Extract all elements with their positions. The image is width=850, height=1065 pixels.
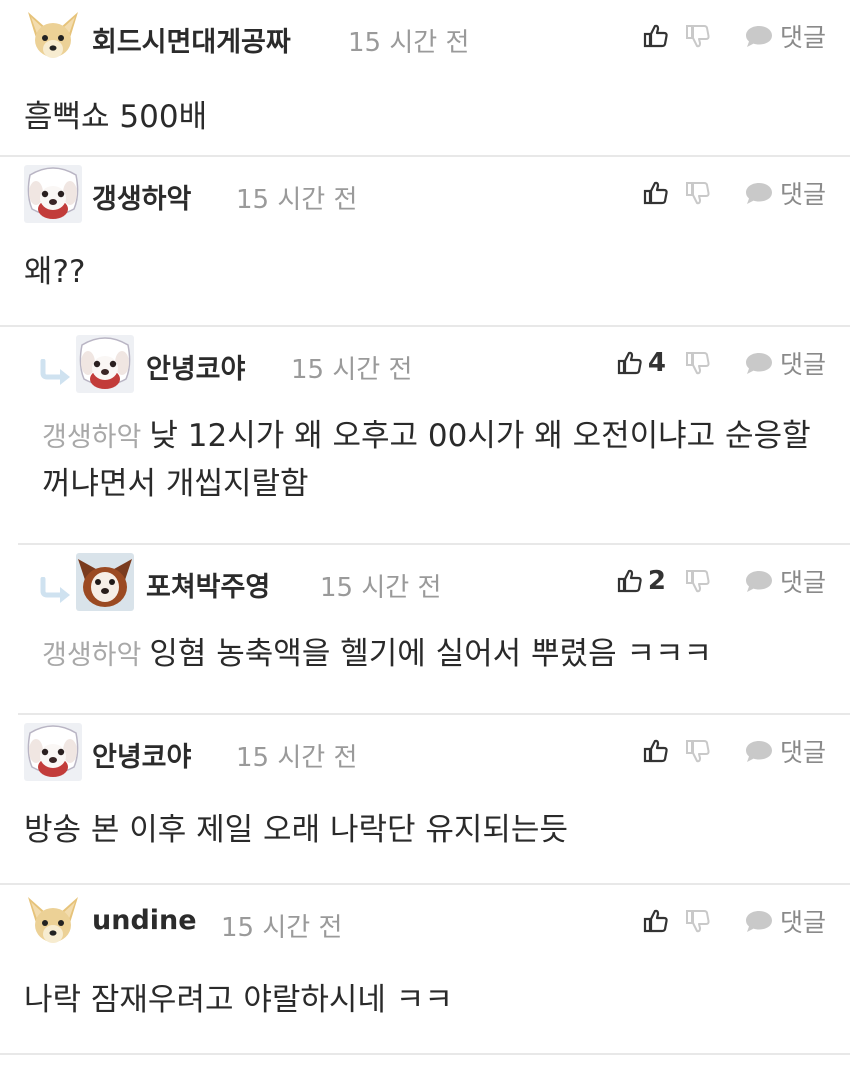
dislike-button[interactable]	[684, 731, 712, 771]
avatar[interactable]	[24, 723, 82, 781]
reply-label: 댓글	[779, 180, 826, 209]
reply-button[interactable]: 댓글	[744, 173, 826, 213]
author-name[interactable]: 안녕코야	[92, 735, 191, 774]
comment-item: 회드시면대게공짜 15 시간 전 댓글 흠뻑쇼 500배	[0, 0, 850, 157]
chihuahua-avatar-icon	[24, 893, 82, 951]
author-name[interactable]: 포쳐박주영	[146, 565, 270, 604]
thumbs-down-icon	[684, 567, 712, 595]
avatar[interactable]	[76, 335, 134, 393]
dislike-button[interactable]	[684, 561, 712, 601]
reply-label: 댓글	[779, 568, 826, 597]
like-button[interactable]	[642, 173, 674, 213]
comment-time: 15 시간 전	[236, 185, 358, 215]
thumbs-down-icon	[684, 179, 712, 207]
speech-bubble-icon	[744, 23, 774, 49]
comment-item: undine 15 시간 전 댓글 나락 잠재우려고 야랄하시네 ㅋㅋ	[0, 885, 850, 1055]
speech-bubble-icon	[744, 568, 774, 594]
comment-body: 흠뻑쇼 500배	[24, 99, 208, 135]
reply-button[interactable]: 댓글	[744, 343, 826, 383]
dislike-button[interactable]	[684, 173, 712, 213]
reply-button[interactable]: 댓글	[744, 901, 826, 941]
speech-bubble-icon	[744, 908, 774, 934]
dislike-button[interactable]	[684, 901, 712, 941]
thumbs-up-icon	[642, 179, 670, 207]
thumbs-down-icon	[684, 737, 712, 765]
thumbs-up-icon	[642, 907, 670, 935]
comment-body: 낮 12시가 왜 오후고 00시가 왜 오전이냐고 순응할꺼냐면서 개씹지랄함	[42, 418, 811, 502]
comment-header: 안녕코야 15 시간 전 댓글	[24, 721, 826, 779]
dislike-button[interactable]	[684, 16, 712, 56]
reply-label: 댓글	[779, 908, 826, 937]
reply-label: 댓글	[779, 350, 826, 379]
chihuahua-avatar-icon	[24, 8, 82, 66]
comment-time: 15 시간 전	[291, 355, 413, 385]
comment-text: 갱생하악 낮 12시가 왜 오후고 00시가 왜 오전이냐고 순응할꺼냐면서 개씹…	[42, 413, 822, 507]
thumbs-up-icon	[642, 22, 670, 50]
thumbs-down-icon	[684, 349, 712, 377]
reply-button[interactable]: 댓글	[744, 731, 826, 771]
author-name[interactable]: 갱생하악	[92, 177, 191, 216]
comment-time: 15 시간 전	[236, 743, 358, 773]
like-button[interactable]	[642, 16, 674, 56]
comment-body: 왜??	[24, 254, 86, 290]
thumbs-up-icon	[616, 567, 644, 595]
reply-label: 댓글	[779, 23, 826, 52]
thumbs-down-icon	[684, 22, 712, 50]
author-name[interactable]: 회드시면대게공짜	[92, 20, 291, 59]
avatar[interactable]	[24, 165, 82, 223]
dog-avatar-icon	[76, 553, 134, 611]
reply-label: 댓글	[779, 738, 826, 767]
comment-text: 갱생하악 잉혐 농축액을 헬기에 실어서 뿌렸음 ㅋㅋㅋ	[42, 631, 822, 679]
comment-body: 나락 잠재우려고 야랄하시네 ㅋㅋ	[24, 982, 453, 1018]
comment-body: 잉혐 농축액을 헬기에 실어서 뿌렸음 ㅋㅋㅋ	[149, 636, 713, 672]
speech-bubble-icon	[744, 350, 774, 376]
dog-avatar-icon	[76, 335, 134, 393]
like-count: 2	[647, 566, 666, 596]
reply-arrow-icon	[38, 359, 72, 385]
like-button[interactable]: 4	[616, 343, 666, 383]
avatar[interactable]	[24, 8, 82, 66]
comment-header: 회드시면대게공짜 15 시간 전 댓글	[24, 6, 826, 64]
like-button[interactable]	[642, 901, 674, 941]
comment-header: 갱생하악 15 시간 전 댓글	[24, 163, 826, 221]
thumbs-up-icon	[642, 737, 670, 765]
reply-arrow-icon	[38, 577, 72, 603]
comment-item: 안녕코야 15 시간 전 댓글 방송 본 이후 제일 오래 나락단 유지되는듯	[0, 715, 850, 885]
author-name[interactable]: undine	[92, 905, 197, 936]
comment-time: 15 시간 전	[320, 573, 442, 603]
avatar[interactable]	[24, 893, 82, 951]
speech-bubble-icon	[744, 738, 774, 764]
comment-header: undine 15 시간 전 댓글	[24, 891, 826, 949]
speech-bubble-icon	[744, 180, 774, 206]
like-button[interactable]: 2	[616, 561, 666, 601]
comment-text: 흠뻑쇼 500배	[24, 94, 826, 140]
comment-text: 방송 본 이후 제일 오래 나락단 유지되는듯	[24, 807, 826, 853]
comment-time: 15 시간 전	[348, 28, 470, 58]
comment-time: 15 시간 전	[221, 913, 343, 943]
thumbs-down-icon	[684, 907, 712, 935]
author-name[interactable]: 안녕코야	[146, 347, 245, 386]
thumbs-up-icon	[616, 349, 644, 377]
dislike-button[interactable]	[684, 343, 712, 383]
comment-body: 방송 본 이후 제일 오래 나락단 유지되는듯	[24, 812, 568, 848]
comment-header: 포쳐박주영 15 시간 전 2 댓글	[38, 551, 826, 609]
like-count: 4	[647, 348, 666, 378]
avatar[interactable]	[76, 553, 134, 611]
dog-avatar-icon	[24, 723, 82, 781]
reply-button[interactable]: 댓글	[744, 16, 826, 56]
comment-text: 왜??	[24, 249, 826, 295]
comment-text: 나락 잠재우려고 야랄하시네 ㅋㅋ	[24, 977, 826, 1023]
reply-button[interactable]: 댓글	[744, 561, 826, 601]
dog-avatar-icon	[24, 165, 82, 223]
mention-tag[interactable]: 갱생하악	[42, 640, 141, 671]
like-button[interactable]	[642, 731, 674, 771]
reply-item: 포쳐박주영 15 시간 전 2 댓글 갱생하악 잉혐 농축액을 헬기에 실어서 뿌…	[18, 545, 850, 715]
mention-tag[interactable]: 갱생하악	[42, 422, 141, 453]
reply-item: 안녕코야 15 시간 전 4 댓글 갱생하악 낮 12시가 왜 오후고 00시가 …	[18, 327, 850, 545]
comment-header: 안녕코야 15 시간 전 4 댓글	[38, 333, 826, 391]
comment-item: 갱생하악 15 시간 전 댓글 왜??	[0, 157, 850, 327]
